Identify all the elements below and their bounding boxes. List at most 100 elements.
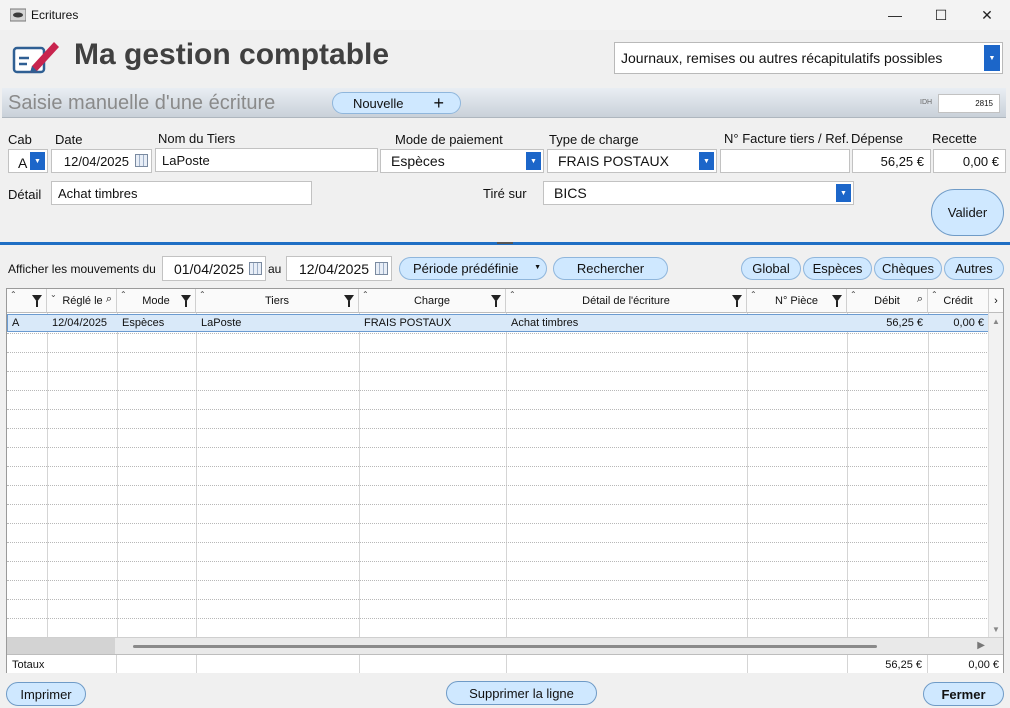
new-entry-label: Nouvelle — [352, 95, 404, 111]
filter-from-label: Afficher les mouvements du — [8, 262, 156, 276]
payment-mode-label: Mode de paiement — [395, 132, 503, 147]
predefined-period-button[interactable]: Période prédéfinie ▼ — [399, 257, 547, 280]
scroll-right-icon[interactable]: ▶ — [977, 640, 985, 651]
view-others-button[interactable]: Autres — [944, 257, 1004, 280]
delete-line-button[interactable]: Supprimer la ligne — [446, 681, 597, 705]
filter-date-to[interactable]: 12/04/2025 — [286, 256, 392, 281]
sort-icon: ⌄ — [50, 290, 57, 299]
cell-date: 12/04/2025 — [52, 317, 108, 329]
maximize-button[interactable]: ☐ — [918, 0, 964, 30]
print-button[interactable]: Imprimer — [6, 682, 86, 706]
column-header-tiers[interactable]: ⌃ Tiers — [196, 289, 359, 313]
chevron-down-icon[interactable]: ▼ — [984, 45, 1000, 71]
horizontal-scrollbar[interactable]: ▶ — [7, 637, 1003, 654]
scroll-down-icon[interactable]: ▼ — [992, 625, 1000, 634]
minimize-button[interactable]: — — [872, 0, 918, 30]
grid-row-line — [7, 466, 989, 467]
column-header-credit[interactable]: ⌃ Crédit — [928, 289, 989, 313]
sort-icon: ⌃ — [931, 290, 938, 299]
charge-type-select[interactable]: FRAIS POSTAUX ▼ — [547, 149, 717, 173]
chevron-down-icon[interactable]: ▼ — [526, 152, 541, 170]
vertical-scrollbar[interactable]: ▲ ▼ — [988, 313, 1003, 637]
chevron-down-icon[interactable]: ▼ — [30, 152, 45, 170]
app-icon — [10, 8, 26, 22]
scroll-right-icon[interactable]: › — [989, 289, 1003, 313]
chevron-down-icon[interactable]: ▼ — [699, 152, 714, 170]
grid-row-line — [7, 580, 989, 581]
close-window-button[interactable]: ✕ — [964, 0, 1010, 30]
income-field[interactable]: 0,00 € — [933, 149, 1006, 173]
new-entry-button[interactable]: Nouvelle + — [332, 92, 461, 114]
sort-icon: ⌃ — [199, 290, 206, 299]
totals-row: Totaux 56,25 € 0,00 € — [7, 654, 1003, 673]
view-checks-button[interactable]: Chèques — [874, 257, 942, 280]
calendar-icon[interactable] — [249, 262, 262, 275]
filter-date-from[interactable]: 01/04/2025 — [162, 256, 266, 281]
grid-row-line — [7, 523, 989, 524]
view-cash-button[interactable]: Espèces — [803, 257, 872, 280]
search-icon[interactable]: ⌕ — [106, 293, 112, 306]
scroll-up-icon[interactable]: ▲ — [992, 317, 1000, 326]
chevron-down-icon[interactable]: ▼ — [836, 184, 851, 202]
calendar-icon[interactable] — [375, 262, 388, 275]
payment-mode-select[interactable]: Espèces ▼ — [380, 149, 544, 173]
bank-select[interactable]: BICS ▼ — [543, 181, 854, 205]
invoice-ref-field[interactable] — [720, 149, 850, 173]
column-header-detail[interactable]: ⌃ Détail de l'écriture — [506, 289, 747, 313]
validate-button[interactable]: Valider — [931, 189, 1004, 236]
scrollbar-thumb[interactable] — [133, 645, 877, 648]
sort-icon: ⌃ — [10, 290, 17, 299]
app-brand-title: Ma gestion comptable — [74, 38, 390, 71]
grid-row-line — [7, 485, 989, 486]
filter-icon[interactable] — [32, 295, 42, 307]
column-header-debit[interactable]: ⌃ Débit ⌕ — [847, 289, 928, 313]
cell-debit: 56,25 € — [886, 317, 923, 329]
grid-column-line — [47, 313, 48, 637]
search-button[interactable]: Rechercher — [553, 257, 668, 280]
grid-row-line — [7, 428, 989, 429]
journal-select[interactable]: Journaux, remises ou autres récapitulati… — [614, 42, 1003, 74]
cell-tiers: LaPoste — [201, 317, 242, 329]
cab-select[interactable]: A ▼ — [8, 149, 48, 173]
grid-column-line — [359, 655, 360, 673]
filter-icon[interactable] — [181, 295, 191, 307]
view-global-button[interactable]: Global — [741, 257, 801, 280]
window-title: Ecritures — [31, 8, 79, 22]
totals-label: Totaux — [7, 655, 117, 673]
entries-grid[interactable]: ⌃ ⌄ Réglé le ⌕ ⌃ Mode ⌃ Tiers ⌃ Charge ⌃… — [6, 288, 1004, 673]
column-header-cab[interactable]: ⌃ — [7, 289, 47, 313]
splitter-grip — [497, 242, 513, 244]
close-button[interactable]: Fermer — [923, 682, 1004, 706]
date-field[interactable]: 12/04/2025 — [51, 149, 152, 173]
idh-label: IDH — [920, 99, 933, 106]
grid-row-line — [7, 390, 989, 391]
column-header-date[interactable]: ⌄ Réglé le ⌕ — [47, 289, 117, 313]
detail-label: Détail — [8, 187, 42, 202]
cell-charge: FRAIS POSTAUX — [364, 317, 452, 329]
payment-mode-value: Espèces — [391, 153, 445, 169]
column-header-charge[interactable]: ⌃ Charge — [359, 289, 506, 313]
pen-notepad-icon — [12, 42, 59, 74]
grid-column-line — [359, 313, 360, 637]
filter-icon[interactable] — [832, 295, 842, 307]
column-header-mode[interactable]: ⌃ Mode — [117, 289, 196, 313]
tiers-field[interactable]: LaPoste — [155, 148, 378, 172]
calendar-icon[interactable] — [135, 154, 148, 167]
filter-date-from-value: 01/04/2025 — [173, 260, 245, 277]
detail-field[interactable]: Achat timbres — [51, 181, 312, 205]
filter-date-to-value: 12/04/2025 — [298, 260, 370, 277]
tiers-label: Nom du Tiers — [158, 131, 236, 146]
cell-cab: A — [12, 317, 20, 329]
column-header-tiers-label: Tiers — [264, 294, 290, 307]
expense-field[interactable]: 56,25 € — [852, 149, 931, 173]
filter-icon[interactable] — [344, 295, 354, 307]
grid-row-line — [7, 504, 989, 505]
filter-icon[interactable] — [491, 295, 501, 307]
search-icon[interactable]: ⌕ — [917, 293, 923, 306]
cab-value: A — [18, 155, 28, 171]
plus-icon: + — [433, 93, 445, 113]
filter-icon[interactable] — [732, 295, 742, 307]
journal-select-value: Journaux, remises ou autres récapitulati… — [621, 50, 943, 66]
caret-down-icon: ▼ — [534, 264, 541, 271]
column-header-piece[interactable]: ⌃ N° Pièce — [747, 289, 847, 313]
